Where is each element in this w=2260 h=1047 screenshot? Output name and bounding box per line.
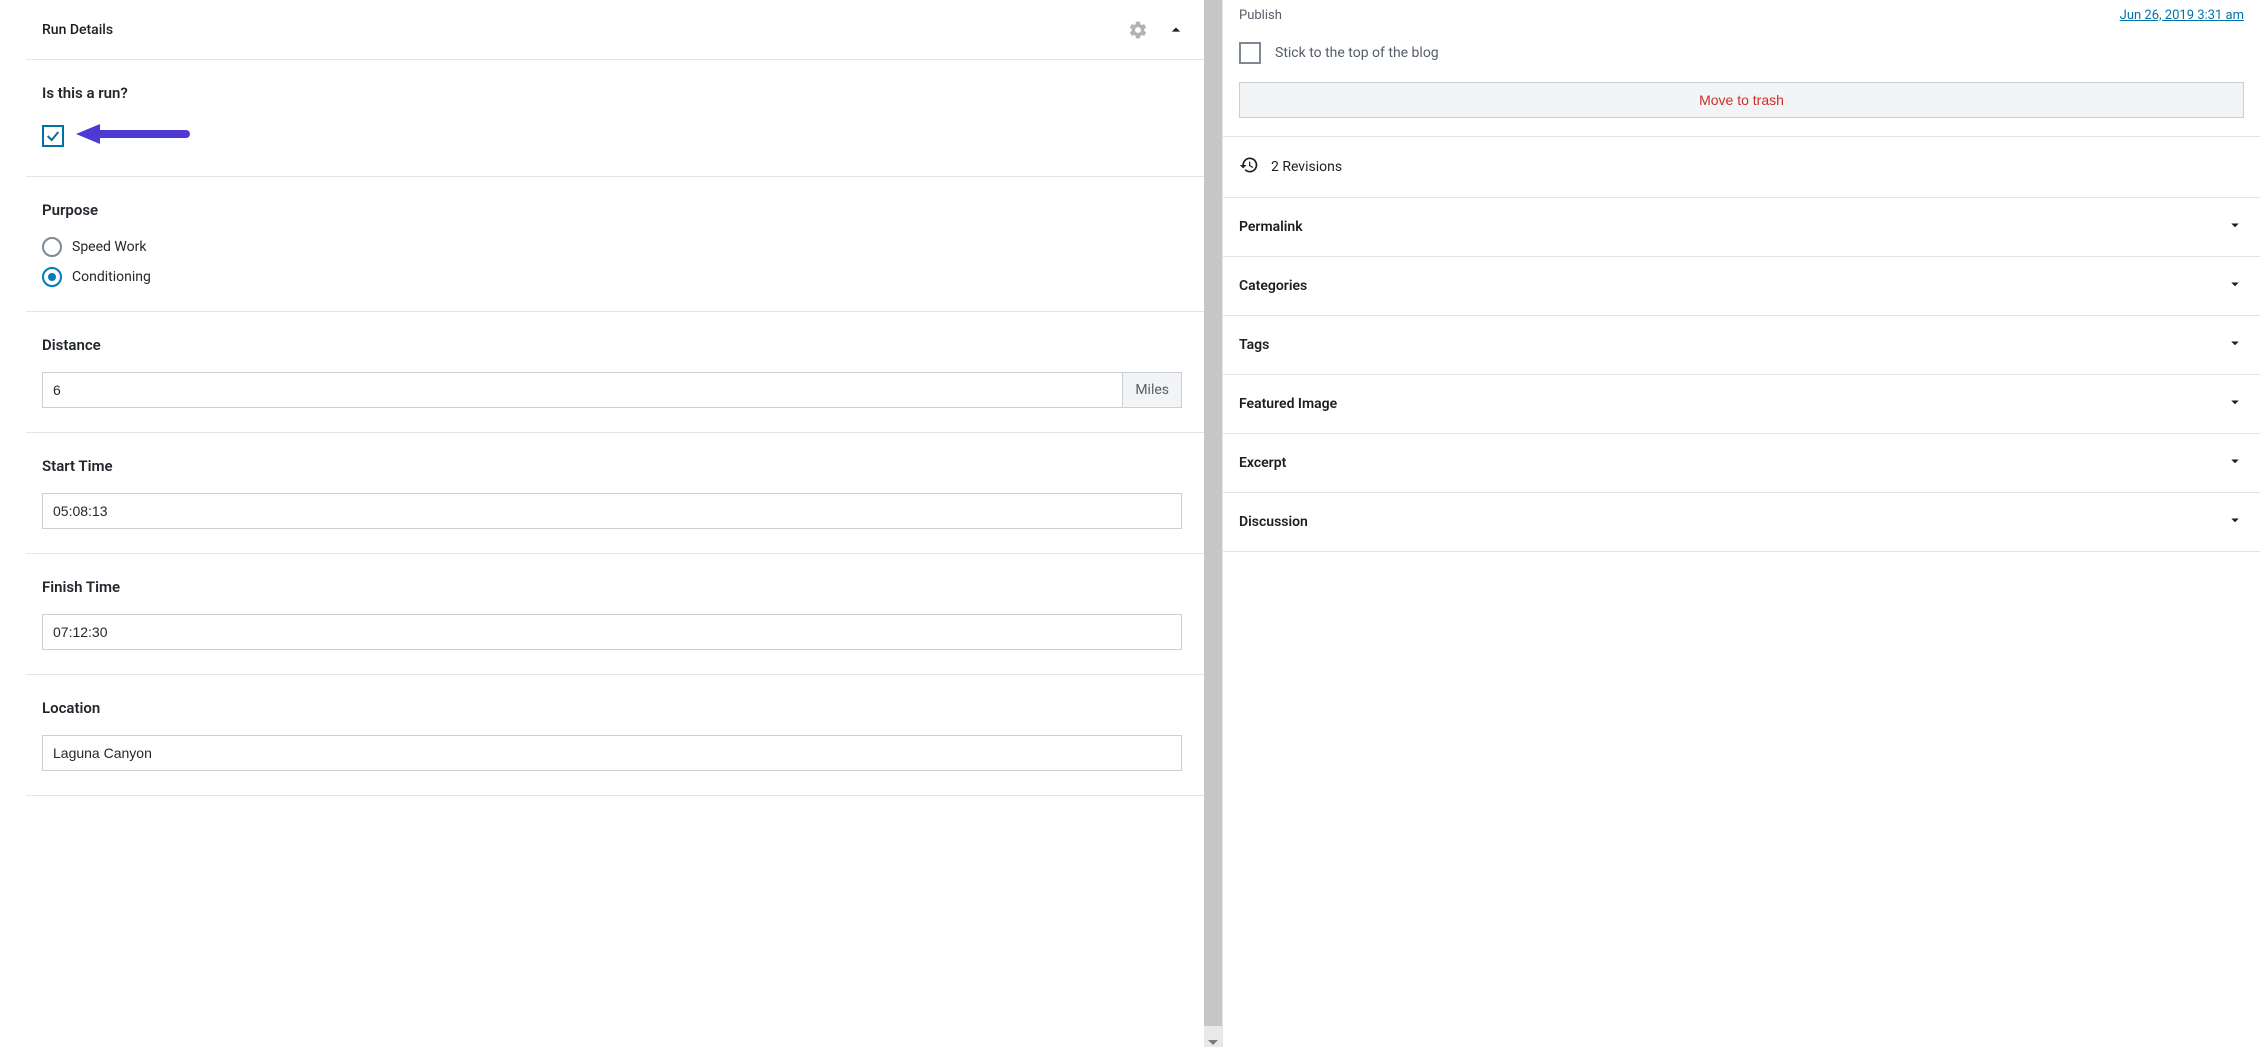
chevron-down-icon [2226,334,2244,356]
panel-tags[interactable]: Tags [1223,316,2260,374]
collapse-panel-icon[interactable] [1160,14,1192,46]
main-editor: Run Details Is this a run? [0,0,1204,1047]
stick-checkbox[interactable] [1239,42,1261,64]
is-run-checkbox[interactable] [42,125,64,147]
panel-discussion[interactable]: Discussion [1223,493,2260,551]
panel-title: Run Details [26,22,113,38]
panel-label: Tags [1239,337,1269,353]
field-start-time: Start Time [26,433,1204,554]
annotation-arrow-icon [76,120,196,152]
panel-label: Categories [1239,278,1307,294]
purpose-option-speed-work[interactable]: Speed Work [42,237,1188,257]
chevron-down-icon [2226,275,2244,297]
panel-excerpt[interactable]: Excerpt [1223,434,2260,492]
field-finish-time: Finish Time [26,554,1204,675]
revisions-label: 2 Revisions [1271,159,1342,175]
chevron-down-icon [2226,216,2244,238]
distance-label: Distance [42,336,1188,354]
location-label: Location [42,699,1188,717]
finish-time-label: Finish Time [42,578,1188,596]
distance-unit: Miles [1123,372,1182,408]
gear-icon[interactable] [1122,14,1154,46]
scroll-down-icon [1204,1040,1222,1045]
publish-row: Publish Jun 26, 2019 3:31 am [1223,0,2260,30]
location-input[interactable] [42,735,1182,771]
field-is-run: Is this a run? [26,60,1204,177]
radio-icon [42,237,62,257]
stick-label: Stick to the top of the blog [1275,45,1439,61]
panel-header: Run Details [26,0,1204,60]
publish-date-link[interactable]: Jun 26, 2019 3:31 am [2120,8,2244,23]
stick-to-top-row[interactable]: Stick to the top of the blog [1223,30,2260,82]
field-purpose: Purpose Speed Work Conditioning [26,177,1204,312]
sidebar: Publish Jun 26, 2019 3:31 am Stick to th… [1222,0,2260,1047]
purpose-option-conditioning[interactable]: Conditioning [42,267,1188,287]
panel-label: Permalink [1239,219,1303,235]
radio-label: Conditioning [72,269,151,285]
distance-input[interactable] [42,372,1123,408]
main-scrollbar[interactable] [1204,0,1222,1047]
finish-time-input[interactable] [42,614,1182,650]
panel-label: Featured Image [1239,396,1337,412]
revisions-row[interactable]: 2 Revisions [1223,137,2260,197]
start-time-label: Start Time [42,457,1188,475]
radio-icon [42,267,62,287]
panel-header-controls [1122,14,1192,46]
panel-label: Excerpt [1239,455,1286,471]
purpose-label: Purpose [42,201,1188,219]
move-to-trash-button[interactable]: Move to trash [1239,82,2244,118]
panel-label: Discussion [1239,514,1308,530]
history-icon [1239,155,1259,179]
panel-categories[interactable]: Categories [1223,257,2260,315]
is-run-label: Is this a run? [42,84,1188,102]
start-time-input[interactable] [42,493,1182,529]
panel-permalink[interactable]: Permalink [1223,198,2260,256]
publish-label: Publish [1239,8,1282,23]
chevron-down-icon [2226,393,2244,415]
panel-featured-image[interactable]: Featured Image [1223,375,2260,433]
chevron-down-icon [2226,511,2244,533]
field-distance: Distance Miles [26,312,1204,433]
radio-label: Speed Work [72,239,146,255]
chevron-down-icon [2226,452,2244,474]
field-location: Location [26,675,1204,796]
